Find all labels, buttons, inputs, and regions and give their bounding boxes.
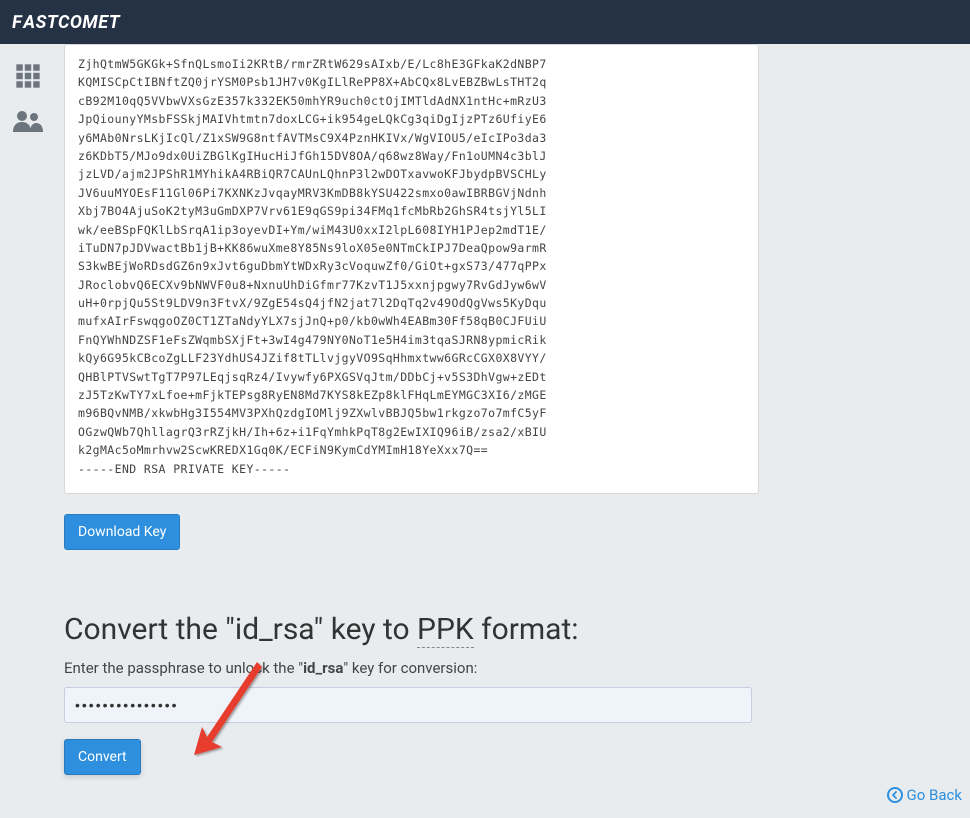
- brand-logo: FFASTCOMETASTCOMET: [12, 12, 120, 33]
- go-back-link[interactable]: Go Back: [887, 786, 962, 804]
- main-content: ZjhQtmW5GKGk+SfnQLsmoIi2KRtB/rmrZRtW629s…: [56, 44, 970, 818]
- sidebar: [0, 44, 56, 818]
- passphrase-instruction: Enter the passphrase to unlock the "id_r…: [64, 659, 962, 677]
- convert-button[interactable]: Convert: [64, 739, 141, 775]
- arrow-left-circle-icon: [887, 787, 903, 803]
- topbar: FFASTCOMETASTCOMET: [0, 0, 970, 44]
- private-key-display: ZjhQtmW5GKGk+SfnQLsmoIi2KRtB/rmrZRtW629s…: [64, 44, 759, 494]
- convert-heading: Convert the "id_rsa" key to PPK format:: [64, 612, 962, 647]
- ppk-abbrev: PPK: [417, 612, 474, 648]
- grid-icon[interactable]: [14, 62, 42, 94]
- download-key-button[interactable]: Download Key: [64, 514, 180, 550]
- passphrase-input[interactable]: [64, 687, 752, 723]
- users-icon[interactable]: [13, 110, 43, 136]
- private-key-text: ZjhQtmW5GKGk+SfnQLsmoIi2KRtB/rmrZRtW629s…: [78, 55, 746, 478]
